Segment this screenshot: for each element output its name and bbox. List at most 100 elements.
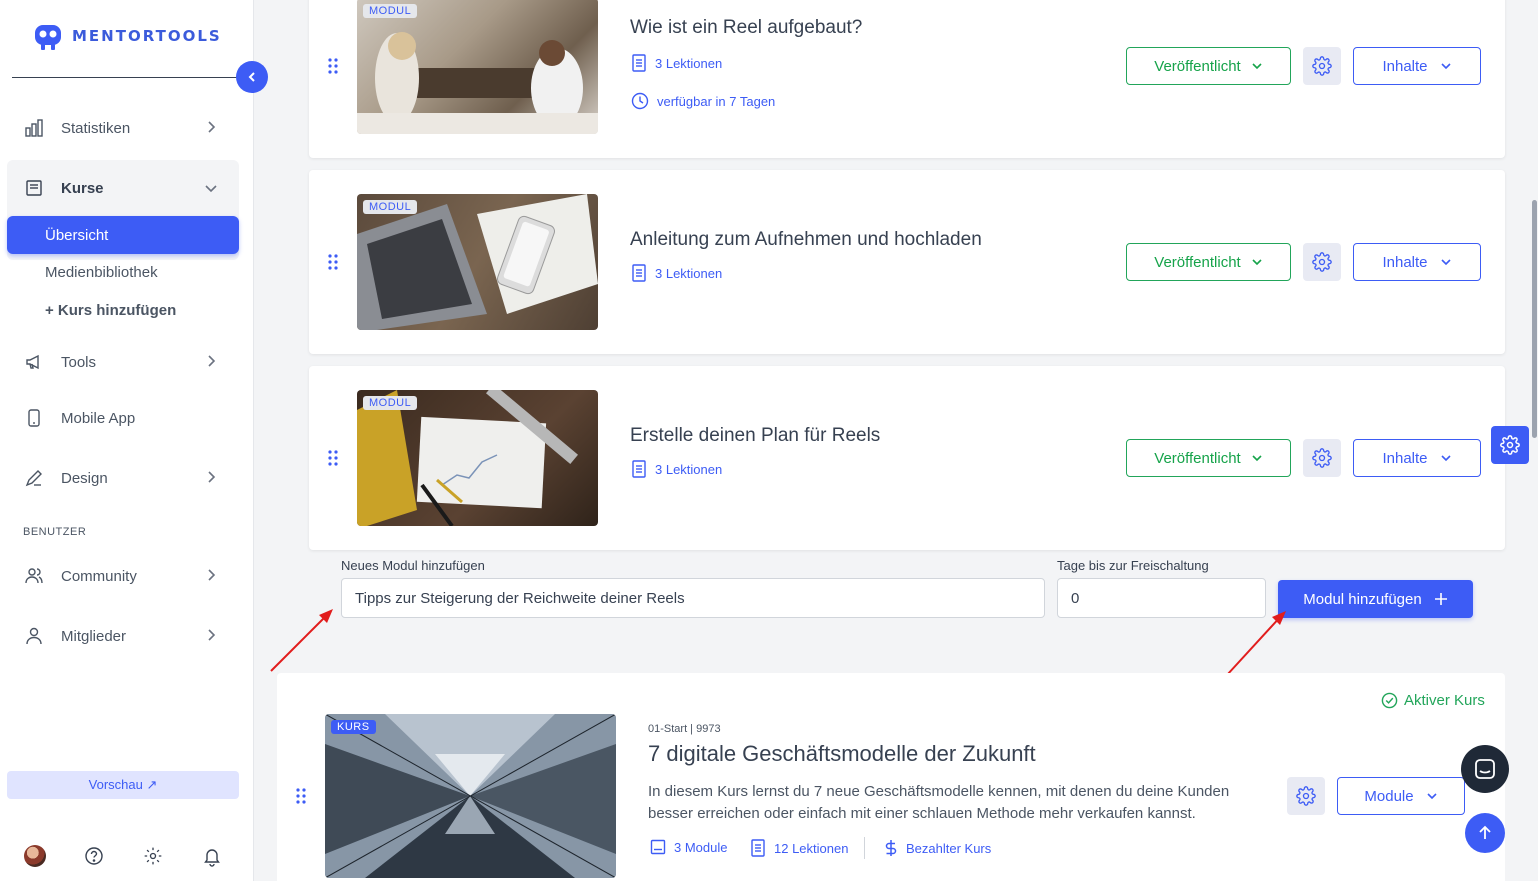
document-icon — [751, 839, 765, 857]
content-label: Inhalte — [1382, 449, 1428, 467]
gear-icon[interactable] — [143, 845, 163, 867]
module-lessons[interactable]: 3 Lektionen — [631, 264, 722, 282]
course-lessons-count[interactable]: 12 Lektionen — [750, 839, 848, 857]
status-label: Veröffentlicht — [1154, 449, 1241, 467]
chevron-right-icon — [208, 471, 216, 483]
logo-robot-icon — [35, 25, 61, 50]
course-card: KURS Aktiver Kurs 01-Start | 9973 7 digi… — [277, 673, 1505, 881]
chevron-right-icon — [208, 121, 216, 133]
module-card: MODUL Erstelle deinen Plan für Reels 3 L… — [309, 366, 1505, 550]
scrollbar-track[interactable] — [1531, 0, 1538, 881]
floating-settings-button[interactable] — [1491, 426, 1529, 464]
status-dropdown[interactable]: Veröffentlicht — [1126, 243, 1291, 281]
course-type-label: Bezahlter Kurs — [906, 840, 992, 856]
status-label: Veröffentlicht — [1154, 57, 1241, 75]
chevron-right-icon — [208, 629, 216, 641]
module-settings-button[interactable] — [1303, 243, 1341, 281]
section-label-benutzer: BENUTZER — [23, 526, 87, 538]
module-title[interactable]: Anleitung zum Aufnehmen und hochladen — [630, 229, 982, 251]
course-badge: KURS — [331, 720, 376, 734]
module-lessons[interactable]: 3 Lektionen — [631, 54, 722, 72]
scrollbar-thumb[interactable] — [1532, 200, 1537, 438]
sidebar-item-label: Community — [61, 567, 137, 585]
sidebar-item-tools[interactable]: Tools — [8, 340, 238, 384]
sidebar-subitem-add-course[interactable]: + Kurs hinzufügen — [45, 302, 176, 319]
status-label: Veröffentlicht — [1154, 253, 1241, 271]
check-circle-icon — [1381, 692, 1398, 709]
modules-dropdown[interactable]: Module — [1337, 777, 1465, 815]
help-icon[interactable] — [84, 845, 104, 867]
sidebar-item-label: Mobile App — [61, 409, 136, 427]
module-card: MODUL Wie ist ein Reel aufgebaut? 3 Lekt… — [309, 0, 1505, 158]
avatar[interactable] — [24, 845, 46, 867]
course-thumbnail[interactable]: KURS — [325, 714, 616, 878]
module-thumbnail[interactable]: MODUL — [357, 390, 598, 526]
content-dropdown[interactable]: Inhalte — [1353, 47, 1481, 85]
drag-handle-icon[interactable] — [328, 450, 338, 466]
preview-button[interactable]: Vorschau ↗ — [7, 771, 239, 799]
chevron-down-icon — [1440, 455, 1451, 462]
course-settings-button[interactable] — [1287, 777, 1325, 815]
sidebar-item-statistiken[interactable]: Statistiken — [8, 106, 238, 150]
document-icon — [632, 264, 646, 282]
new-module-input[interactable] — [341, 578, 1045, 618]
course-modules-count[interactable]: 3 Module — [650, 839, 727, 855]
sidebar-item-community[interactable]: Community — [8, 554, 238, 598]
module-settings-button[interactable] — [1303, 47, 1341, 85]
status-dropdown[interactable]: Veröffentlicht — [1126, 47, 1291, 85]
chevron-right-icon — [208, 569, 216, 581]
module-thumbnail[interactable]: MODUL — [357, 194, 598, 330]
book-icon — [24, 178, 44, 198]
drag-handle-icon[interactable] — [328, 254, 338, 270]
module-title[interactable]: Wie ist ein Reel aufgebaut? — [630, 17, 862, 39]
document-icon — [632, 460, 646, 478]
chevron-right-icon — [208, 355, 216, 367]
status-dropdown[interactable]: Veröffentlicht — [1126, 439, 1291, 477]
availability-text: verfügbar in 7 Tagen — [657, 93, 776, 109]
sidebar-item-kurse[interactable]: Kurse — [8, 160, 238, 216]
lessons-count: 3 Lektionen — [655, 55, 723, 71]
module-badge: MODUL — [363, 200, 418, 214]
chevron-down-icon — [205, 185, 217, 193]
course-subtitle: 01-Start | 9973 — [648, 723, 721, 735]
lessons-count: 3 Lektionen — [655, 265, 723, 281]
drag-handle-icon[interactable] — [328, 58, 338, 74]
sidebar-subitem-uebersicht[interactable]: Übersicht — [7, 216, 239, 254]
module-lessons[interactable]: 3 Lektionen — [631, 460, 722, 478]
add-module-button[interactable]: Modul hinzufügen — [1278, 580, 1473, 618]
sidebar-item-label: Tools — [61, 353, 97, 371]
module-title[interactable]: Erstelle deinen Plan für Reels — [630, 425, 880, 447]
course-description: In diesem Kurs lernst du 7 neue Geschäft… — [648, 783, 1230, 822]
pen-icon — [24, 468, 44, 488]
gear-icon — [1312, 56, 1332, 76]
module-thumbnail[interactable]: MODUL — [357, 0, 598, 134]
unlock-days-label: Tage bis zur Freischaltung — [1057, 558, 1209, 573]
annotation-arrow — [1226, 611, 1286, 676]
course-title[interactable]: 7 digitale Geschäftsmodelle der Zukunft — [648, 741, 1036, 767]
bell-icon[interactable] — [202, 845, 222, 867]
sidebar-item-mitglieder[interactable]: Mitglieder — [8, 614, 238, 658]
module-settings-button[interactable] — [1303, 439, 1341, 477]
chevron-down-icon — [1427, 793, 1437, 800]
course-status-label: Aktiver Kurs — [1404, 692, 1485, 709]
sidebar-item-design[interactable]: Design — [8, 456, 238, 500]
dollar-icon — [885, 840, 897, 856]
sidebar-item-mobile-app[interactable]: Mobile App — [8, 396, 238, 440]
gear-icon — [1312, 252, 1332, 272]
divider — [864, 837, 865, 859]
add-module-label: Modul hinzufügen — [1303, 590, 1422, 608]
content-dropdown[interactable]: Inhalte — [1353, 439, 1481, 477]
sidebar-subitem-medienbibliothek[interactable]: Medienbibliothek — [45, 264, 158, 281]
drag-handle-icon[interactable] — [296, 788, 306, 804]
logo[interactable]: MENTORTOOLS — [32, 20, 222, 52]
user-icon — [24, 626, 44, 646]
sidebar-item-label: Kurse — [61, 179, 104, 197]
module-image — [357, 390, 578, 526]
book-icon — [650, 839, 666, 855]
content-dropdown[interactable]: Inhalte — [1353, 243, 1481, 281]
scroll-to-top-button[interactable] — [1465, 813, 1505, 853]
divider — [12, 77, 238, 78]
module-image — [357, 32, 598, 134]
chat-button[interactable] — [1461, 745, 1509, 793]
collapse-sidebar-button[interactable] — [236, 61, 268, 93]
